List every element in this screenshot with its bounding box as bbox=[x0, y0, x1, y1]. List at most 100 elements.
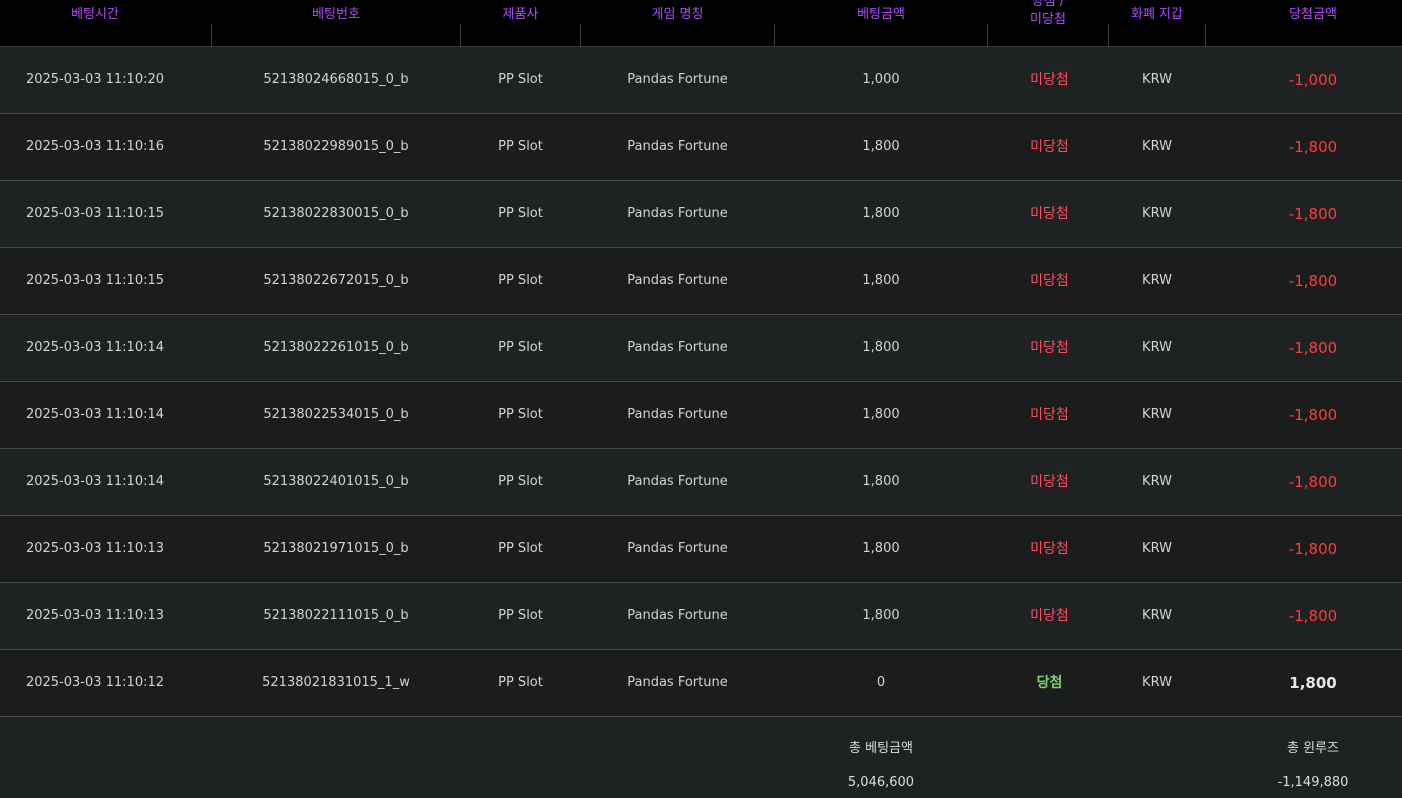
header-divider bbox=[580, 24, 581, 46]
result-cell: 미당첨 bbox=[1030, 407, 1069, 423]
win-amount-cell: -1,800 bbox=[1288, 339, 1338, 357]
header-divider bbox=[211, 24, 212, 46]
game-name-cell: Pandas Fortune bbox=[627, 273, 728, 288]
result-cell: 미당첨 bbox=[1030, 340, 1069, 356]
game-name-cell: Pandas Fortune bbox=[627, 608, 728, 623]
win-amount-cell: -1,800 bbox=[1288, 607, 1338, 625]
result-cell: 미당첨 bbox=[1030, 206, 1069, 222]
provider-cell: PP Slot bbox=[498, 675, 543, 690]
result-cell: 미당첨 bbox=[1030, 608, 1069, 624]
currency-cell: KRW bbox=[1142, 273, 1172, 288]
result-cell: 미당첨 bbox=[1030, 139, 1069, 155]
bet-amount-cell: 1,800 bbox=[862, 273, 900, 288]
currency-cell: KRW bbox=[1142, 72, 1172, 87]
win-amount-cell: -1,800 bbox=[1288, 473, 1338, 491]
bet-time-cell: 2025-03-03 11:10:15 bbox=[25, 206, 165, 221]
bet-time-cell: 2025-03-03 11:10:12 bbox=[25, 675, 165, 690]
currency-cell: KRW bbox=[1142, 407, 1172, 422]
bet-time-cell: 2025-03-03 11:10:15 bbox=[25, 273, 165, 288]
table-row: 2025-03-03 11:10:15 52138022672015_0_b P… bbox=[0, 248, 1402, 315]
bet-amount-cell: 0 bbox=[876, 675, 886, 690]
result-cell: 미당첨 bbox=[1030, 474, 1069, 490]
table-row: 2025-03-03 11:10:12 52138021831015_1_w P… bbox=[0, 650, 1402, 717]
header-divider bbox=[1108, 24, 1109, 46]
table-row: 2025-03-03 11:10:13 52138021971015_0_b P… bbox=[0, 516, 1402, 583]
result-cell: 미당첨 bbox=[1030, 72, 1069, 88]
bet-number-cell: 52138022989015_0_b bbox=[263, 139, 409, 154]
bet-amount-cell: 1,800 bbox=[862, 407, 900, 422]
summary-footer: 총 베팅금액 5,046,600 총 윈루즈 -1,149,880 bbox=[0, 717, 1402, 798]
bet-amount-cell: 1,800 bbox=[862, 474, 900, 489]
bet-number-cell: 52138022672015_0_b bbox=[263, 273, 409, 288]
win-amount-cell: -1,800 bbox=[1288, 272, 1338, 290]
win-amount-cell: 1,800 bbox=[1289, 674, 1337, 692]
table-row: 2025-03-03 11:10:14 52138022261015_0_b P… bbox=[0, 315, 1402, 382]
bet-time-cell: 2025-03-03 11:10:14 bbox=[25, 407, 165, 422]
currency-cell: KRW bbox=[1142, 206, 1172, 221]
game-name-cell: Pandas Fortune bbox=[627, 474, 728, 489]
game-name-cell: Pandas Fortune bbox=[627, 72, 728, 87]
result-cell: 미당첨 bbox=[1030, 541, 1069, 557]
provider-cell: PP Slot bbox=[498, 340, 543, 355]
bet-time-cell: 2025-03-03 11:10:14 bbox=[25, 474, 165, 489]
table-row: 2025-03-03 11:10:15 52138022830015_0_b P… bbox=[0, 181, 1402, 248]
provider-cell: PP Slot bbox=[498, 139, 543, 154]
total-winloss-value: -1,149,880 bbox=[1277, 775, 1349, 790]
table-row: 2025-03-03 11:10:14 52138022534015_0_b P… bbox=[0, 382, 1402, 449]
win-amount-cell: -1,800 bbox=[1288, 138, 1338, 156]
header-result: 당첨 / 미당첨 bbox=[988, 0, 1108, 40]
currency-cell: KRW bbox=[1142, 675, 1172, 690]
win-amount-cell: -1,800 bbox=[1288, 205, 1338, 223]
win-amount-cell: -1,800 bbox=[1288, 406, 1338, 424]
table-row: 2025-03-03 11:10:20 52138024668015_0_b P… bbox=[0, 47, 1402, 114]
bet-amount-cell: 1,800 bbox=[862, 206, 900, 221]
bet-number-cell: 52138022401015_0_b bbox=[263, 474, 409, 489]
header-divider bbox=[774, 24, 775, 46]
bet-time-cell: 2025-03-03 11:10:20 bbox=[25, 72, 165, 87]
bet-amount-cell: 1,000 bbox=[862, 72, 900, 87]
bet-number-cell: 52138022534015_0_b bbox=[263, 407, 409, 422]
game-name-cell: Pandas Fortune bbox=[627, 675, 728, 690]
header-result-line1: 당첨 / bbox=[1031, 0, 1065, 9]
provider-cell: PP Slot bbox=[498, 608, 543, 623]
bet-number-cell: 52138022830015_0_b bbox=[263, 206, 409, 221]
bet-amount-cell: 1,800 bbox=[862, 608, 900, 623]
table-row: 2025-03-03 11:10:13 52138022111015_0_b P… bbox=[0, 583, 1402, 650]
result-cell: 미당첨 bbox=[1030, 273, 1069, 289]
header-divider bbox=[1205, 24, 1206, 46]
total-bet-label: 총 베팅금액 bbox=[849, 741, 913, 756]
bet-amount-cell: 1,800 bbox=[862, 340, 900, 355]
game-name-cell: Pandas Fortune bbox=[627, 407, 728, 422]
win-amount-cell: -1,000 bbox=[1288, 71, 1338, 89]
bet-amount-cell: 1,800 bbox=[862, 139, 900, 154]
header-divider bbox=[460, 24, 461, 46]
bet-number-cell: 52138021971015_0_b bbox=[263, 541, 409, 556]
table-row: 2025-03-03 11:10:16 52138022989015_0_b P… bbox=[0, 114, 1402, 181]
header-divider bbox=[987, 24, 988, 46]
win-amount-cell: -1,800 bbox=[1288, 540, 1338, 558]
currency-cell: KRW bbox=[1142, 340, 1172, 355]
total-winloss-label: 총 윈루즈 bbox=[1287, 741, 1339, 756]
bet-time-cell: 2025-03-03 11:10:14 bbox=[25, 340, 165, 355]
game-name-cell: Pandas Fortune bbox=[627, 541, 728, 556]
bet-number-cell: 52138022261015_0_b bbox=[263, 340, 409, 355]
bet-time-cell: 2025-03-03 11:10:16 bbox=[25, 139, 165, 154]
provider-cell: PP Slot bbox=[498, 407, 543, 422]
bet-number-cell: 52138021831015_1_w bbox=[262, 675, 410, 690]
provider-cell: PP Slot bbox=[498, 206, 543, 221]
bet-time-cell: 2025-03-03 11:10:13 bbox=[25, 608, 165, 623]
currency-cell: KRW bbox=[1142, 139, 1172, 154]
provider-cell: PP Slot bbox=[498, 273, 543, 288]
game-name-cell: Pandas Fortune bbox=[627, 340, 728, 355]
total-bet-value: 5,046,600 bbox=[847, 775, 915, 790]
game-name-cell: Pandas Fortune bbox=[627, 206, 728, 221]
bet-number-cell: 52138024668015_0_b bbox=[263, 72, 409, 87]
provider-cell: PP Slot bbox=[498, 474, 543, 489]
provider-cell: PP Slot bbox=[498, 72, 543, 87]
bet-time-cell: 2025-03-03 11:10:13 bbox=[25, 541, 165, 556]
table-row: 2025-03-03 11:10:14 52138022401015_0_b P… bbox=[0, 449, 1402, 516]
result-cell: 당첨 bbox=[1036, 675, 1063, 691]
table-header: 베팅시간 베팅번호 제품사 게임 명칭 베팅금액 당첨 / 미당첨 화폐 지갑 … bbox=[0, 0, 1402, 47]
bet-amount-cell: 1,800 bbox=[862, 541, 900, 556]
betting-history-page: 베팅시간 베팅번호 제품사 게임 명칭 베팅금액 당첨 / 미당첨 화폐 지갑 … bbox=[0, 0, 1402, 798]
